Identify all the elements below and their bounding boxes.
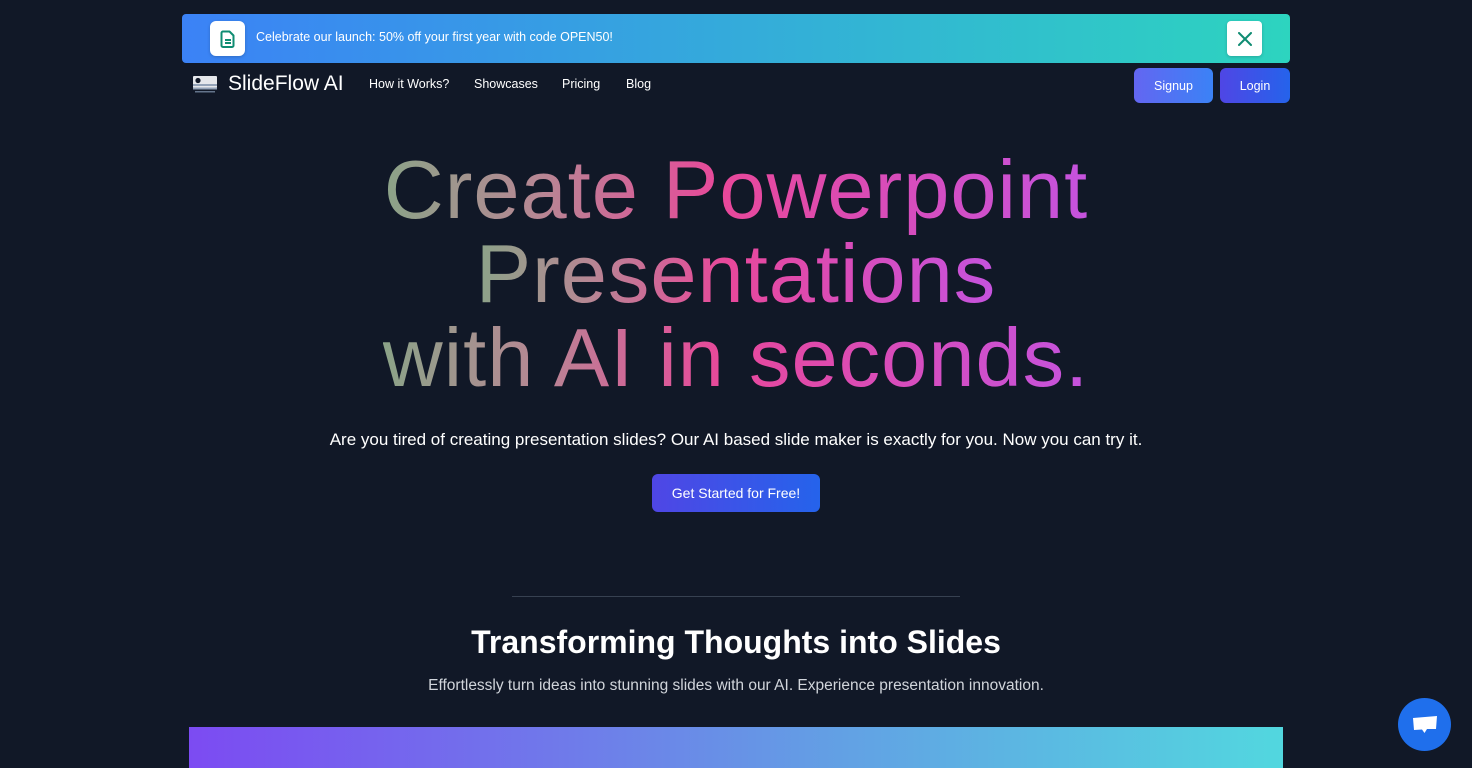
- signup-button[interactable]: Signup: [1134, 68, 1213, 103]
- announcement-banner: Celebrate our launch: 50% off your first…: [182, 14, 1290, 63]
- brand-name[interactable]: SlideFlow AI: [228, 72, 344, 96]
- get-started-button[interactable]: Get Started for Free!: [652, 474, 820, 512]
- showcase-panel: [189, 727, 1283, 768]
- document-icon: [210, 21, 245, 56]
- hero-title-line-3: with AI in seconds.: [382, 311, 1090, 404]
- section-title: Transforming Thoughts into Slides: [471, 624, 1001, 660]
- nav-link-blog[interactable]: Blog: [626, 77, 651, 91]
- slides-logo-icon[interactable]: [192, 75, 218, 95]
- nav-link-how-it-works[interactable]: How it Works?: [369, 77, 449, 91]
- close-banner-button[interactable]: [1227, 21, 1262, 56]
- close-icon: [1237, 31, 1252, 46]
- login-button[interactable]: Login: [1220, 68, 1290, 103]
- chat-icon: [1412, 715, 1437, 733]
- chat-button[interactable]: [1398, 698, 1451, 751]
- hero-title: Create Powerpoint Presentations with AI …: [0, 148, 1472, 400]
- section-divider: [512, 596, 960, 597]
- hero-title-line-1: Create Powerpoint: [383, 143, 1089, 236]
- top-navigation: SlideFlow AI How it Works? Showcases Pri…: [182, 66, 1290, 104]
- hero-subtitle: Are you tired of creating presentation s…: [329, 430, 1143, 449]
- nav-link-showcases[interactable]: Showcases: [474, 77, 538, 91]
- announcement-text: Celebrate our launch: 50% off your first…: [256, 30, 613, 44]
- section-subtitle: Effortlessly turn ideas into stunning sl…: [428, 677, 1044, 694]
- nav-link-pricing[interactable]: Pricing: [562, 77, 600, 91]
- hero-title-line-2: Presentations: [475, 227, 997, 320]
